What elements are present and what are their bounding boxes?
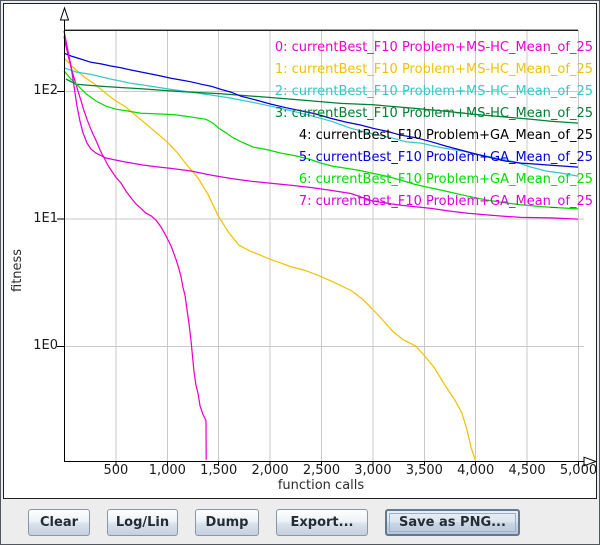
y-axis-arrow-icon xyxy=(61,8,69,20)
legend-item-3: 3: currentBest_F10 Problem+MS-HC_Mean_of… xyxy=(275,103,593,125)
legend-item-2: 2: currentBest_F10 Problem+MS-HC_Mean_of… xyxy=(275,81,593,103)
x-tick-label: 4,500 xyxy=(508,463,545,478)
save-as-png-button[interactable]: Save as PNG... xyxy=(385,509,520,536)
export-button[interactable]: Export... xyxy=(276,509,368,536)
x-axis-label: function calls xyxy=(221,478,421,493)
legend-item-6: 6: currentBest_F10 Problem+GA_Mean_of_25 xyxy=(275,169,593,191)
legend-item-5: 5: currentBest_F10 Problem+GA_Mean_of_25 xyxy=(275,147,593,169)
y-tick-label: 1E1 xyxy=(4,211,58,226)
y-tick-label: 1E0 xyxy=(4,338,58,353)
chart-legend: 0: currentBest_F10 Problem+MS-HC_Mean_of… xyxy=(275,37,593,213)
x-tick-label: 2,000 xyxy=(251,463,288,478)
chart-panel: fitness function calls 1E2 1E1 1E0 500 1,00… xyxy=(3,3,597,499)
x-tick-label: 5,000 xyxy=(560,463,597,478)
clear-button[interactable]: Clear xyxy=(28,509,90,536)
dump-button[interactable]: Dump xyxy=(195,509,259,536)
x-tick-label: 3,000 xyxy=(354,463,391,478)
x-tick-label: 3,500 xyxy=(406,463,443,478)
y-tick-label: 1E2 xyxy=(4,83,58,98)
x-tick-label: 1,500 xyxy=(200,463,237,478)
legend-item-7: 7: currentBest_F10 Problem+GA_Mean_of_25 xyxy=(275,191,593,213)
x-tick-label: 1,000 xyxy=(149,463,186,478)
x-tick-label: 4,000 xyxy=(457,463,494,478)
legend-item-0: 0: currentBest_F10 Problem+MS-HC_Mean_of… xyxy=(275,37,593,59)
toolbar: Clear Log/Lin Dump Export... Save as PNG... xyxy=(3,501,599,543)
legend-item-1: 1: currentBest_F10 Problem+MS-HC_Mean_of… xyxy=(275,59,593,81)
x-tick-label: 500 xyxy=(103,463,128,478)
plot-window: fitness function calls 1E2 1E1 1E0 500 1,00… xyxy=(0,0,600,545)
series-line-0 xyxy=(64,36,206,460)
x-tick-label: 2,500 xyxy=(303,463,340,478)
y-axis-label: fitness xyxy=(10,249,25,292)
log-lin-button[interactable]: Log/Lin xyxy=(107,509,178,536)
legend-item-4: 4: currentBest_F10 Problem+GA_Mean_of_25 xyxy=(275,125,593,147)
